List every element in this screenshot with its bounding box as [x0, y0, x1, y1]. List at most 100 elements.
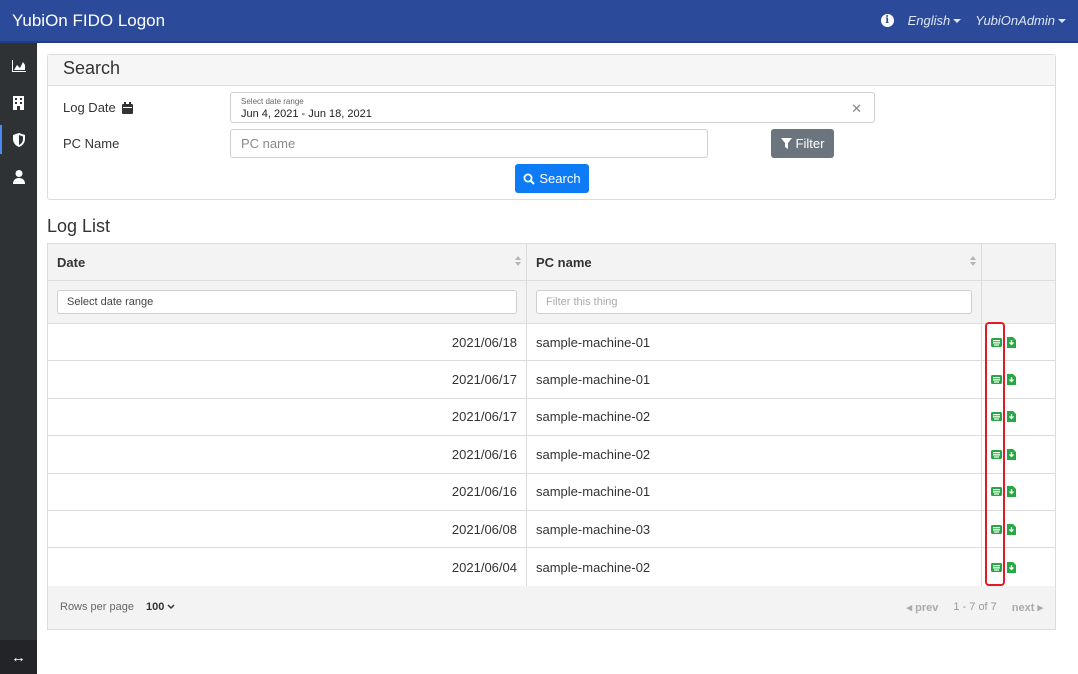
- pc-name-cell: sample-machine-02: [527, 548, 982, 586]
- language-dropdown[interactable]: English: [908, 13, 962, 28]
- sidebar-toggle[interactable]: ↔: [0, 640, 37, 674]
- search-title: Search: [48, 55, 1055, 86]
- pc-name-value: sample-machine-02: [536, 409, 651, 425]
- download-log-icon[interactable]: [1006, 523, 1017, 535]
- date-value: 2021/06/17: [451, 409, 517, 425]
- chevron-down-icon: [1058, 18, 1066, 23]
- highlight-box: [985, 322, 1005, 586]
- pc-name-value: sample-machine-01: [536, 334, 651, 350]
- table-row: 2021/06/18 sample-machine-01: [48, 324, 1055, 362]
- date-value: 2021/06/18: [451, 334, 517, 350]
- pc-name-filter-input[interactable]: [536, 290, 972, 314]
- shield-icon: [12, 132, 25, 147]
- pc-name-cell: sample-machine-02: [527, 436, 982, 473]
- top-navbar: YubiOn FIDO Logon i English YubiOnAdmin: [0, 0, 1078, 43]
- filter-icon: [780, 138, 792, 149]
- sidebar-item-users[interactable]: [0, 158, 37, 195]
- chevron-down-icon: [167, 604, 175, 610]
- date-cell: 2021/06/16: [48, 436, 527, 473]
- log-table: Date PC name 2021/06/18 sample-machine-01…: [47, 243, 1056, 630]
- pc-name-cell: sample-machine-01: [527, 361, 982, 398]
- sidebar-item-dashboard[interactable]: [0, 47, 37, 84]
- pc-name-value: sample-machine-01: [536, 372, 651, 388]
- column-header-label: Date: [57, 254, 86, 270]
- column-header-actions: [982, 244, 1055, 280]
- pc-name-value: sample-machine-01: [536, 484, 651, 500]
- date-value: 2021/06/08: [451, 521, 517, 537]
- page-range: 1 - 7 of 7: [953, 600, 997, 613]
- pagination: ◂ prev 1 - 7 of 7 next ▸: [907, 601, 1043, 614]
- table-row: 2021/06/17 sample-machine-02: [48, 398, 1055, 437]
- app-brand[interactable]: YubiOn FIDO Logon: [12, 11, 165, 31]
- next-button[interactable]: next ▸: [1012, 601, 1043, 614]
- table-filter-row: [48, 281, 1055, 324]
- date-value: 2021/06/16: [451, 446, 517, 462]
- download-log-icon[interactable]: [1006, 561, 1017, 573]
- download-log-icon[interactable]: [1006, 411, 1017, 423]
- close-icon[interactable]: ✕: [851, 101, 862, 117]
- date-value: 2021/06/17: [451, 372, 517, 388]
- prev-label: prev: [915, 601, 939, 614]
- chevron-down-icon: [953, 18, 962, 23]
- download-log-icon[interactable]: [1006, 336, 1017, 348]
- filter-label: Filter: [795, 136, 825, 151]
- date-cell: 2021/06/18: [48, 324, 527, 361]
- date-range-value: Jun 4, 2021 - Jun 18, 2021: [241, 108, 372, 120]
- rows-per-page-select[interactable]: 100: [146, 601, 175, 613]
- next-label: next: [1011, 601, 1035, 614]
- user-icon: [12, 169, 25, 184]
- download-log-icon[interactable]: [1006, 448, 1017, 460]
- log-date-label: Log Date: [63, 100, 133, 115]
- pc-name-value: sample-machine-02: [536, 559, 651, 575]
- search-icon: [523, 173, 536, 185]
- rows-per-page-value: 100: [146, 601, 165, 614]
- area-chart-icon: [11, 59, 26, 72]
- date-range-picker[interactable]: Select date range Jun 4, 2021 - Jun 18, …: [230, 92, 875, 123]
- language-label: English: [907, 13, 951, 28]
- download-log-icon[interactable]: [1006, 486, 1017, 498]
- date-cell: 2021/06/08: [48, 510, 527, 548]
- search-label: Search: [539, 171, 581, 186]
- table-row: 2021/06/17 sample-machine-01: [48, 361, 1055, 399]
- table-row: 2021/06/16 sample-machine-01: [48, 473, 1055, 511]
- search-button[interactable]: Search: [515, 164, 589, 193]
- date-filter-input[interactable]: [57, 290, 517, 314]
- column-header-date[interactable]: Date: [48, 244, 527, 280]
- sidebar-item-organization[interactable]: [0, 84, 37, 121]
- table-row: 2021/06/16 sample-machine-02: [48, 436, 1055, 474]
- search-card: Search Log Date Select date range Jun 4,…: [47, 54, 1056, 200]
- info-icon[interactable]: i: [880, 14, 894, 27]
- main-content: Search Log Date Select date range Jun 4,…: [47, 54, 1056, 630]
- table-row: 2021/06/08 sample-machine-03: [48, 510, 1055, 549]
- expand-arrows-icon: ↔: [11, 648, 26, 666]
- date-value: 2021/06/04: [451, 559, 517, 575]
- download-log-icon[interactable]: [1006, 374, 1017, 386]
- date-cell: 2021/06/17: [48, 398, 527, 436]
- filter-button[interactable]: Filter: [771, 129, 834, 158]
- date-cell: 2021/06/16: [48, 473, 527, 510]
- table-header-row: Date PC name: [48, 244, 1055, 281]
- calendar-icon: [121, 101, 133, 114]
- pc-name-cell: sample-machine-03: [527, 510, 982, 548]
- date-value: 2021/06/16: [451, 484, 517, 500]
- table-footer: Rows per page 100 ◂ prev 1 - 7 of 7 next…: [48, 585, 1055, 629]
- prev-button[interactable]: ◂ prev: [907, 601, 939, 614]
- sidebar-item-security[interactable]: [0, 121, 37, 158]
- user-dropdown[interactable]: YubiOnAdmin: [975, 13, 1066, 28]
- pc-name-cell: sample-machine-01: [527, 324, 982, 361]
- column-header-pc-name[interactable]: PC name: [527, 244, 982, 280]
- building-icon: [13, 95, 24, 110]
- sidebar: ↔: [0, 43, 37, 674]
- table-row: 2021/06/04 sample-machine-02: [48, 548, 1055, 586]
- rows-per-page-label: Rows per page: [60, 601, 134, 614]
- user-label: YubiOnAdmin: [975, 13, 1055, 28]
- sort-icon: [515, 256, 521, 268]
- column-header-label: PC name: [536, 254, 592, 270]
- date-cell: 2021/06/04: [48, 548, 527, 586]
- pc-name-value: sample-machine-02: [536, 446, 651, 462]
- pc-name-cell: sample-machine-02: [527, 398, 982, 436]
- pc-name-cell: sample-machine-01: [527, 473, 982, 510]
- pc-name-input[interactable]: [230, 129, 708, 158]
- date-cell: 2021/06/17: [48, 361, 527, 398]
- log-date-text: Log Date: [63, 100, 116, 115]
